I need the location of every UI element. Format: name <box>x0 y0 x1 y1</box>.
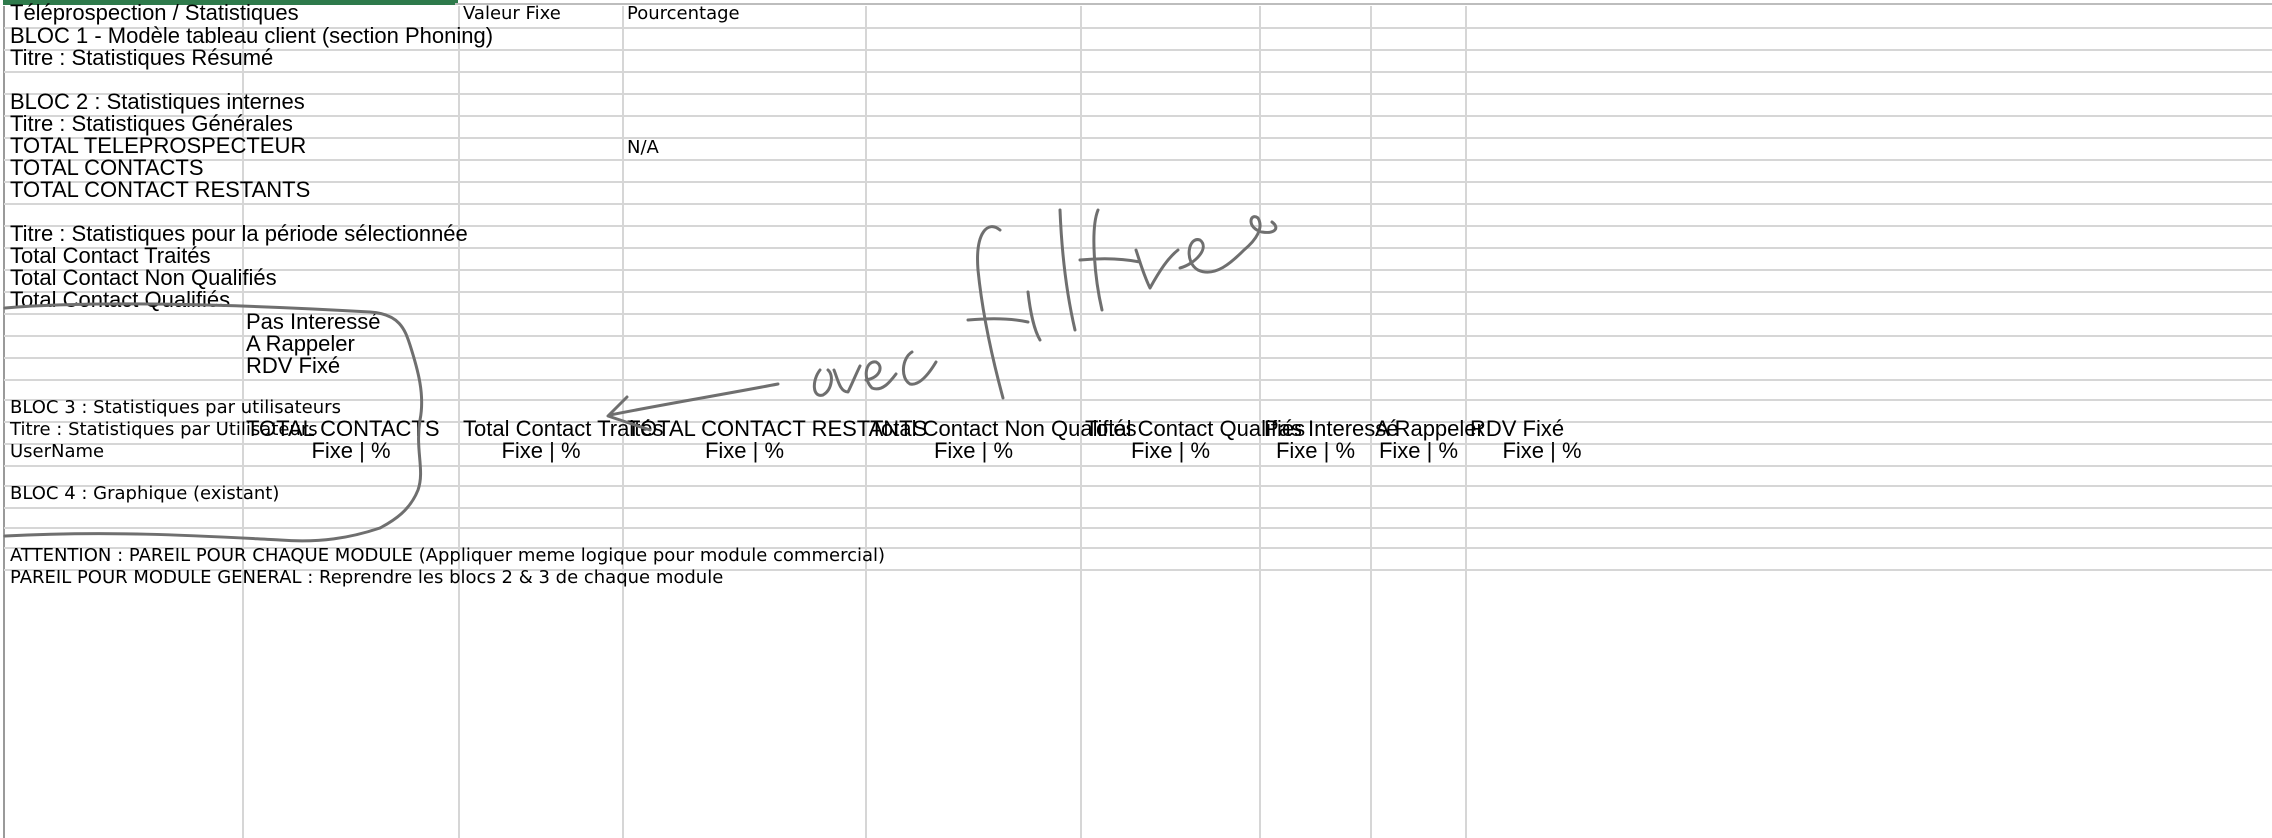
cell-e21-fixe-pct[interactable]: Fixe | % <box>867 435 1080 465</box>
row-divider <box>4 507 2272 509</box>
row-divider <box>4 203 2272 205</box>
cell-h21-fixe-pct[interactable]: Fixe | % <box>1372 435 1465 465</box>
cell-a21-username[interactable]: UserName <box>10 436 104 466</box>
cell-a3-titre-resume[interactable]: Titre : Statistiques Résumé <box>10 42 273 72</box>
cell-b21-fixe-pct[interactable]: Fixe | % <box>244 435 458 465</box>
cell-i21-fixe-pct[interactable]: Fixe | % <box>1467 435 1617 465</box>
row-divider <box>4 93 2272 95</box>
annotation-word-filtres <box>966 208 1278 400</box>
row-divider <box>4 399 2272 401</box>
row-divider <box>4 137 2272 139</box>
cell-f21-fixe-pct[interactable]: Fixe | % <box>1082 435 1259 465</box>
row-divider <box>4 269 2272 271</box>
row-divider <box>4 379 2272 381</box>
cell-d7-na[interactable]: N/A <box>627 132 659 162</box>
cell-g21-fixe-pct[interactable]: Fixe | % <box>1261 435 1370 465</box>
row-divider <box>4 485 2272 487</box>
cell-a27-module-general[interactable]: PAREIL POUR MODULE GENERAL : Reprendre l… <box>10 562 723 592</box>
cell-a23-bloc4[interactable]: BLOC 4 : Graphique (existant) <box>10 478 279 508</box>
row-divider <box>4 291 2272 293</box>
row-divider <box>4 159 2272 161</box>
cell-a9-total-contact-restants[interactable]: TOTAL CONTACT RESTANTS <box>10 174 310 204</box>
row-divider <box>4 527 2272 529</box>
row-divider <box>4 465 2272 467</box>
row-divider <box>4 71 2272 73</box>
cell-b17-rdv-fixe[interactable]: RDV Fixé <box>246 350 340 380</box>
cell-c21-fixe-pct[interactable]: Fixe | % <box>460 435 622 465</box>
spreadsheet-grid[interactable]: Téléprospection / Statistiques Valeur Fi… <box>0 0 2272 838</box>
cell-d21-fixe-pct[interactable]: Fixe | % <box>624 435 865 465</box>
cell-a14-total-qualifies[interactable]: Total Contact Qualifiés <box>10 284 230 314</box>
cell-d1-header-pourcentage[interactable]: Pourcentage <box>627 0 740 28</box>
row-divider <box>4 115 2272 117</box>
row-divider <box>4 181 2272 183</box>
